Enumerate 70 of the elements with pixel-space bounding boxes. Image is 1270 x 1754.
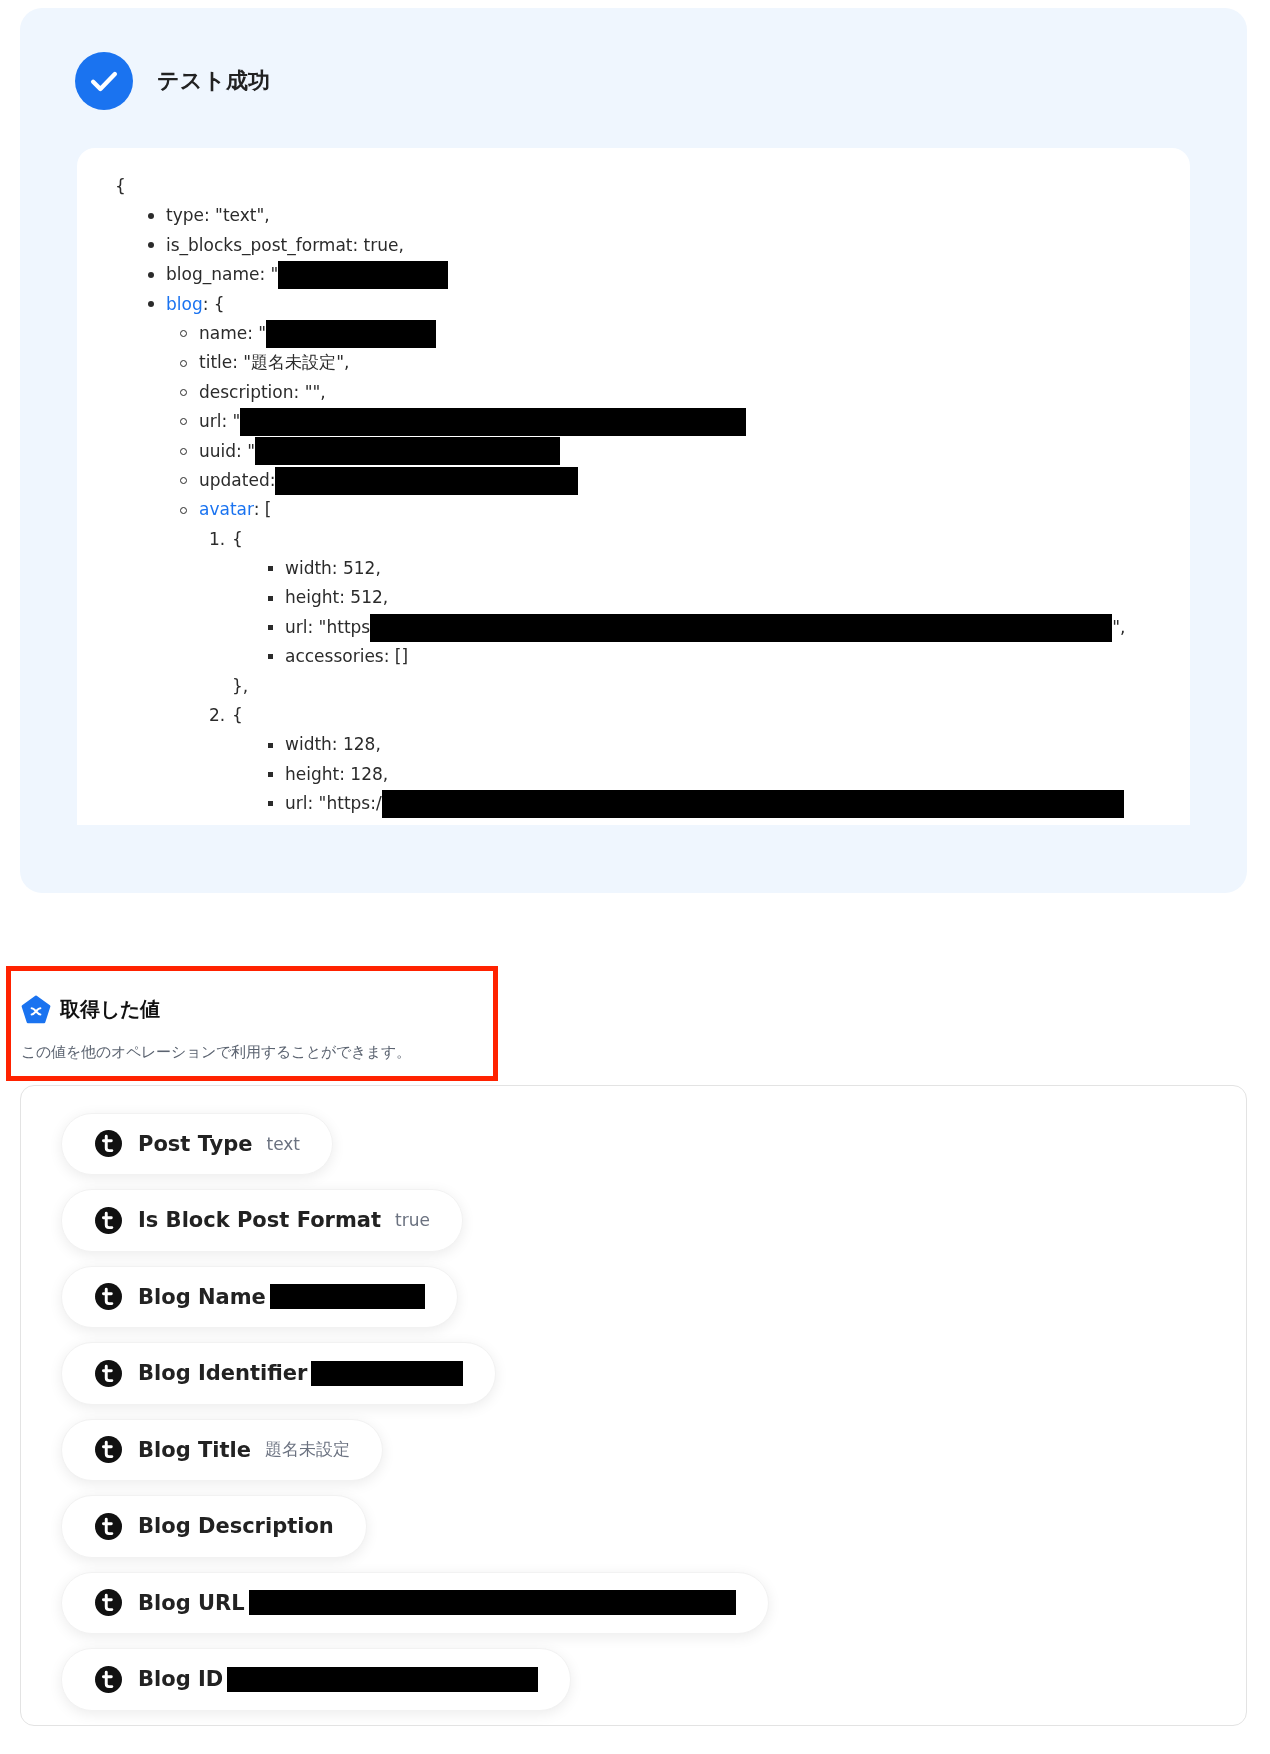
- bullet-icon: [268, 801, 273, 807]
- code-text: width: 128,: [285, 733, 381, 757]
- chip-label: Blog Description: [138, 1514, 334, 1539]
- result-title: テスト成功: [157, 67, 270, 95]
- pentagon-icon: [21, 994, 51, 1025]
- tumblr-icon: [95, 1130, 122, 1158]
- bullet-icon: [268, 654, 273, 660]
- tumblr-icon: [95, 1665, 122, 1693]
- bullet-icon: [268, 742, 273, 748]
- bullet-icon: [268, 566, 273, 572]
- value-chip[interactable]: Blog Description: [61, 1495, 367, 1558]
- value-chip[interactable]: Blog URL: [61, 1571, 769, 1635]
- bullet-icon: [268, 772, 273, 778]
- bullet-icon: [148, 271, 154, 278]
- code-text: height: 512,: [285, 586, 389, 610]
- code-text: : [: [253, 499, 272, 520]
- code-text: uuid: ": [199, 439, 255, 463]
- code-text: ",: [1112, 615, 1126, 639]
- chip-value: 題名未設定: [265, 1438, 350, 1462]
- code-text: {: [232, 704, 243, 728]
- code-text: url: "https: [285, 615, 371, 639]
- chip-value: true: [395, 1210, 430, 1231]
- tumblr-icon: [95, 1589, 122, 1617]
- tumblr-icon: [95, 1206, 122, 1234]
- bullet-icon: [268, 595, 273, 601]
- bullet-icon: [148, 213, 154, 220]
- list-number: 2.: [209, 704, 227, 728]
- key-link[interactable]: blog: [166, 293, 203, 314]
- chip-label: Blog Title: [138, 1437, 251, 1462]
- value-chip[interactable]: Blog ID: [61, 1648, 572, 1711]
- value-chip[interactable]: Post Type text: [61, 1112, 334, 1176]
- chip-label: Is Block Post Format: [138, 1208, 382, 1233]
- code-text: is_blocks_post_format: true,: [166, 233, 404, 258]
- list-number: 1.: [209, 527, 227, 551]
- section-description: この値を他のオペレーションで利用することができます。: [21, 1042, 412, 1062]
- chip-label: Blog ID: [138, 1667, 224, 1692]
- chip-label: Post Type: [138, 1131, 253, 1156]
- value-chip[interactable]: Blog Title 題名未設定: [61, 1418, 383, 1482]
- code-text: updated:: [199, 468, 276, 492]
- bullet-icon: [148, 301, 154, 308]
- tumblr-icon: [95, 1283, 122, 1311]
- tumblr-icon: [95, 1512, 122, 1540]
- chip-value: text: [266, 1133, 301, 1154]
- value-chip[interactable]: Blog Identifier: [61, 1342, 497, 1405]
- code-text: title: "題名未設定",: [199, 351, 350, 375]
- chip-label: Blog Identifier: [138, 1361, 308, 1386]
- check-icon: [75, 52, 133, 110]
- section-title: 取得した値: [60, 996, 160, 1024]
- code-text: {: [115, 175, 127, 198]
- value-chip[interactable]: Blog Name: [61, 1265, 458, 1329]
- code-text: : {: [202, 293, 225, 314]
- code-text: url: ": [199, 410, 241, 434]
- code-text: height: 128,: [285, 762, 389, 786]
- code-text: type: "text",: [166, 204, 270, 228]
- key-link[interactable]: avatar: [199, 499, 254, 520]
- bullet-icon: [268, 625, 273, 631]
- code-text: accessories: []: [285, 645, 409, 669]
- code-text: description: "",: [199, 380, 326, 404]
- code-text: url: "https:/: [285, 792, 382, 816]
- chip-label: Blog URL: [138, 1590, 245, 1615]
- code-text: name: ": [199, 321, 267, 345]
- code-text: {: [232, 527, 243, 551]
- code-text: },: [231, 674, 250, 698]
- bullet-icon: [148, 242, 154, 249]
- value-chip[interactable]: Is Block Post Format true: [61, 1189, 463, 1252]
- tumblr-icon: [95, 1436, 122, 1464]
- code-text: width: 512,: [285, 557, 381, 581]
- chip-label: Blog Name: [138, 1284, 266, 1309]
- code-text: blog_name: ": [166, 263, 279, 287]
- tumblr-icon: [95, 1359, 122, 1387]
